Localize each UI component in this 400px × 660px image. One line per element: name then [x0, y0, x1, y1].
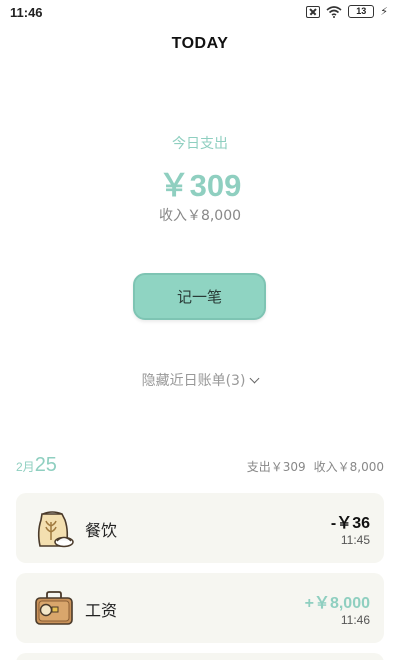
day-expense: 支出￥309 — [246, 460, 306, 474]
chevron-down-icon — [249, 373, 260, 383]
day-header: 2月25 支出￥309 收入￥8,000 — [16, 453, 384, 479]
day-month: 2月 — [16, 460, 35, 474]
record-category: 工资 — [85, 601, 118, 620]
today-income: 收入￥8,000 — [158, 208, 242, 224]
today-spend-label: 今日支出 — [172, 136, 228, 152]
page-title: TODAY — [171, 35, 229, 52]
battery-icon: 13 — [348, 5, 375, 18]
day-number: 25 — [34, 454, 57, 476]
sim-off-icon — [306, 5, 321, 18]
add-record-button[interactable]: 记一笔 — [133, 273, 266, 320]
record-card-salary[interactable]: 工资 +￥8,000 11:46 — [16, 573, 384, 643]
status-bar: 11:46 13 ⚡ — [0, 0, 400, 26]
day-summary: 支出￥309 收入￥8,000 — [247, 458, 384, 475]
record-category: 餐饮 — [85, 521, 118, 540]
record-time: 11:46 — [340, 613, 370, 627]
flour-bag-icon — [37, 511, 74, 548]
wifi-icon — [326, 5, 342, 18]
hide-recent-bills-label: 隐藏近日账单(3) — [141, 373, 246, 389]
status-icons: 13 ⚡ — [306, 5, 388, 18]
today-spend-amount: ￥309 — [158, 168, 242, 203]
record-time: 11:45 — [340, 533, 370, 547]
record-card-dining[interactable]: 餐饮 -￥36 11:45 — [16, 493, 384, 563]
briefcase-icon — [35, 591, 73, 625]
record-card-partial[interactable] — [16, 653, 384, 660]
hide-recent-bills-toggle[interactable]: 隐藏近日账单(3) — [0, 370, 400, 390]
record-amount: -￥36 — [330, 515, 370, 532]
charging-icon: ⚡ — [380, 5, 388, 18]
add-record-label: 记一笔 — [176, 288, 222, 306]
record-amount: +￥8,000 — [304, 595, 370, 612]
status-time: 11:46 — [10, 5, 43, 20]
day-date: 2月25 — [16, 454, 57, 477]
day-income: 收入￥8,000 — [313, 460, 384, 474]
